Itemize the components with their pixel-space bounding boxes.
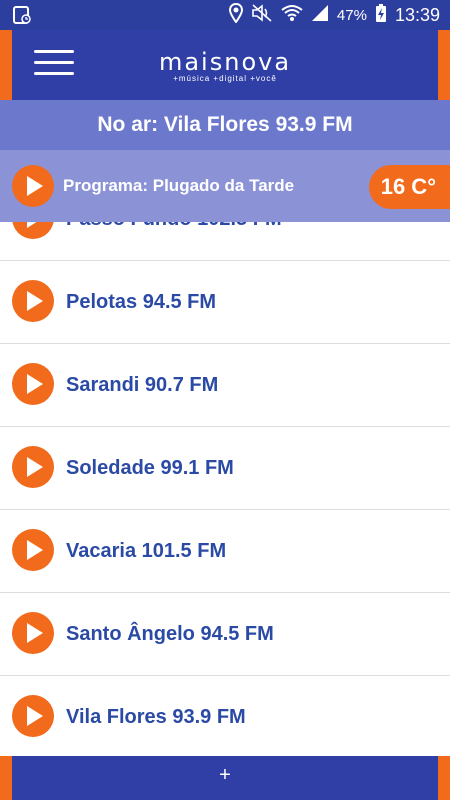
station-name: Santo Ângelo 94.5 FM	[66, 623, 274, 645]
station-play-button[interactable]	[12, 529, 54, 571]
program-bar: Programa: Plugado da Tarde 16 C°	[0, 150, 450, 222]
logo-text: maisnova	[158, 48, 292, 76]
station-play-button[interactable]	[12, 363, 54, 405]
station-play-button[interactable]	[12, 612, 54, 654]
wifi-icon	[281, 4, 303, 27]
signal-icon	[311, 4, 329, 27]
play-icon	[27, 706, 43, 726]
station-row[interactable]: Santo Ângelo 94.5 FM	[0, 593, 450, 676]
play-icon	[27, 176, 43, 196]
station-row[interactable]: Pelotas 94.5 FM	[0, 261, 450, 344]
now-on-air-banner: No ar: Vila Flores 93.9 FM	[0, 100, 450, 150]
station-play-button[interactable]	[12, 446, 54, 488]
mute-icon	[251, 4, 273, 27]
station-play-button[interactable]	[12, 280, 54, 322]
gallery-notification-icon	[12, 5, 32, 30]
temperature-badge: 16 C°	[368, 165, 450, 209]
station-name: Vacaria 101.5 FM	[66, 540, 227, 562]
app-bar: maisnova +música +digital +você	[0, 30, 450, 100]
station-list: Passo Fundo 102.3 FM Pelotas 94.5 FM Sar…	[0, 178, 450, 759]
play-icon	[27, 291, 43, 311]
accent-stripe-left	[0, 30, 12, 100]
program-play-button[interactable]	[12, 165, 54, 207]
station-name: Soledade 99.1 FM	[66, 457, 234, 479]
bottom-bar: +	[0, 756, 450, 800]
play-icon	[27, 540, 43, 560]
station-play-button[interactable]	[12, 695, 54, 737]
station-row[interactable]: Vila Flores 93.9 FM	[0, 676, 450, 759]
station-row[interactable]: Vacaria 101.5 FM	[0, 510, 450, 593]
battery-percent: 47%	[336, 7, 367, 24]
clock: 13:39	[394, 5, 440, 25]
play-icon	[27, 374, 43, 394]
expand-plus-button[interactable]: +	[0, 764, 450, 787]
program-title: Programa: Plugado da Tarde	[63, 176, 295, 195]
battery-charging-icon	[375, 3, 387, 28]
station-name: Vila Flores 93.9 FM	[66, 706, 246, 728]
station-name: Sarandi 90.7 FM	[66, 374, 219, 396]
play-icon	[27, 457, 43, 477]
app-logo: maisnova +música +digital +você	[140, 48, 310, 83]
hamburger-menu-icon[interactable]	[34, 50, 74, 80]
accent-stripe-right	[438, 756, 450, 800]
status-bar: 47% 13:39	[0, 0, 450, 30]
station-name: Pelotas 94.5 FM	[66, 291, 217, 313]
station-row[interactable]: Sarandi 90.7 FM	[0, 344, 450, 427]
accent-stripe-right	[438, 30, 450, 100]
location-icon	[228, 2, 243, 28]
play-icon	[27, 623, 43, 643]
station-row[interactable]: Soledade 99.1 FM	[0, 427, 450, 510]
